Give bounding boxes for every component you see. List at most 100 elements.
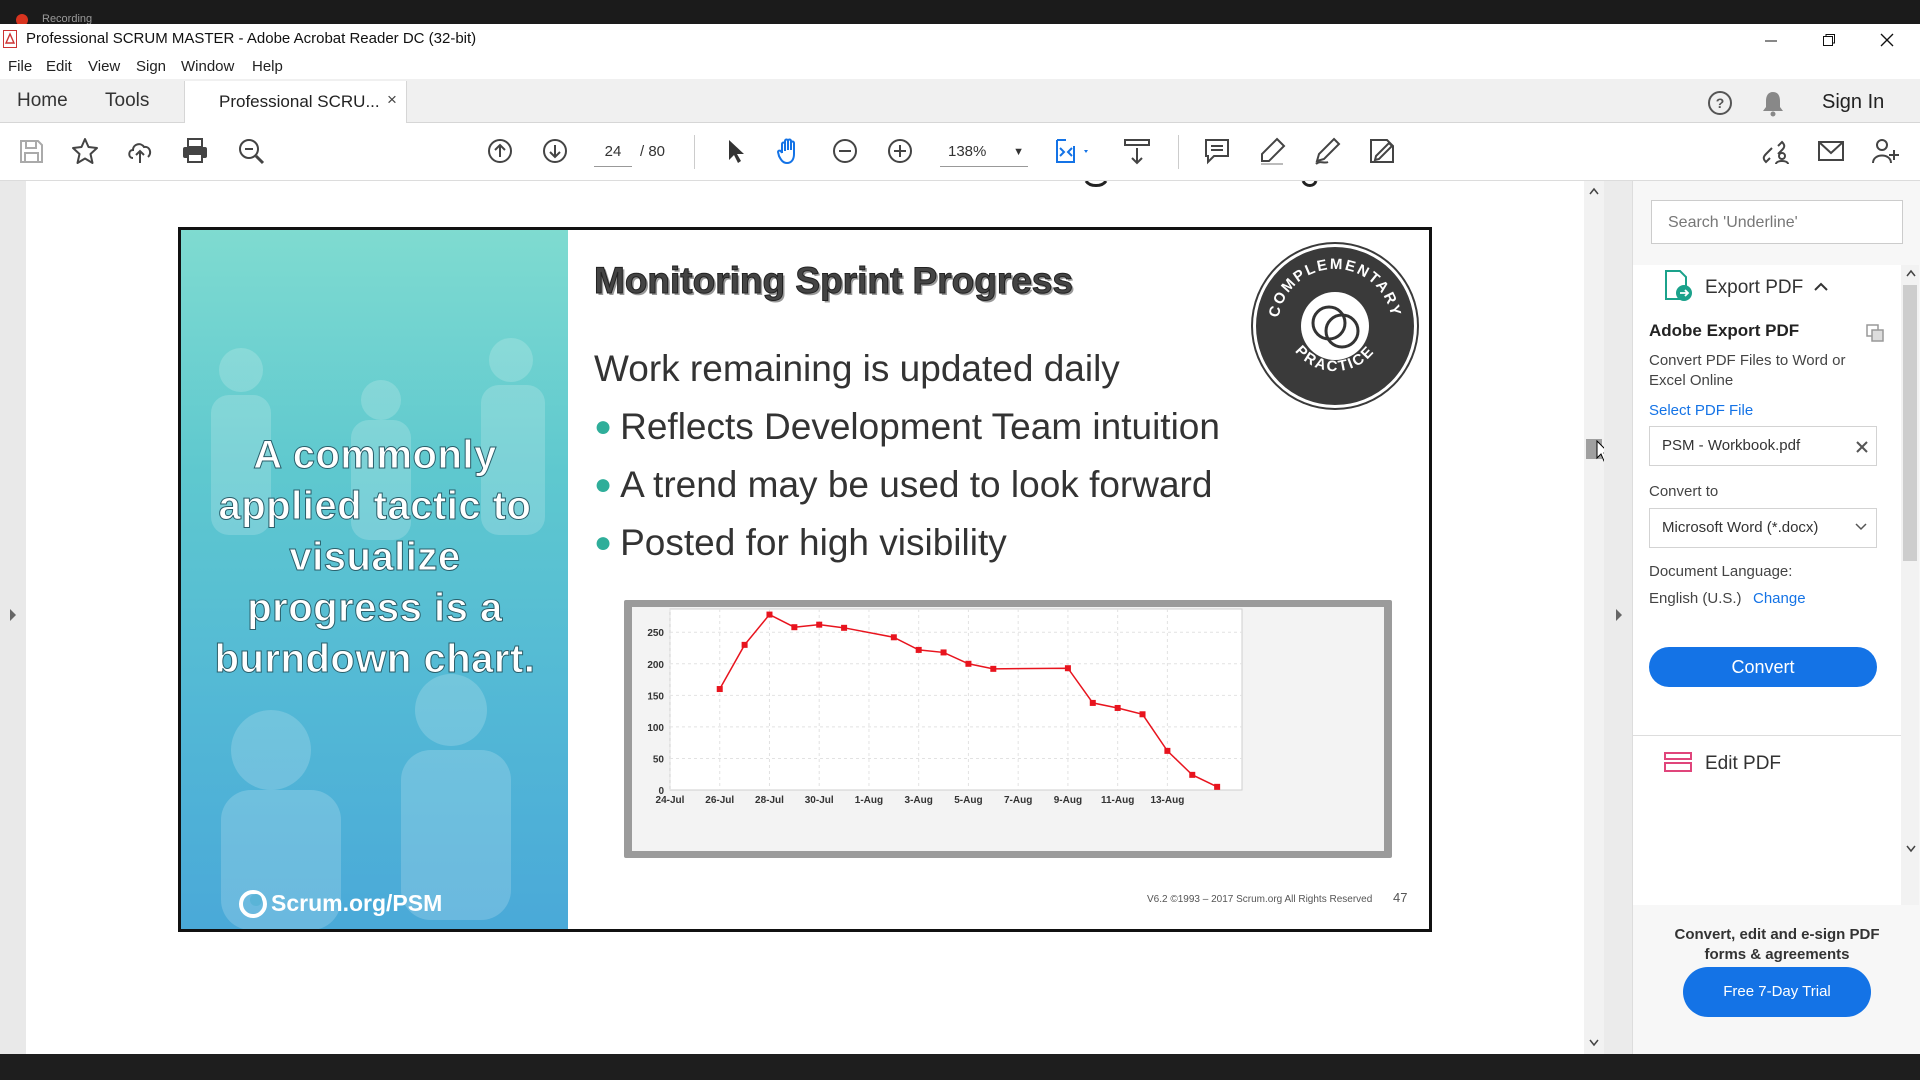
- select-pdf-file-link[interactable]: Select PDF File: [1649, 402, 1753, 419]
- clear-file-icon[interactable]: [1855, 440, 1869, 454]
- badge-emblem-icon: COMPLEMENTARY PRACTICE: [1266, 256, 1403, 375]
- x-tick-label: 3-Aug: [905, 795, 933, 806]
- page-edge-fragment: [1084, 181, 1318, 187]
- tab-home[interactable]: Home: [17, 90, 68, 112]
- close-window-button[interactable]: [1858, 24, 1916, 55]
- print-button[interactable]: [178, 134, 212, 168]
- data-point: [1089, 699, 1096, 706]
- scroll-down-icon: [1124, 139, 1150, 165]
- scroll-up-icon[interactable]: [1589, 187, 1599, 195]
- chevron-up-icon[interactable]: [1813, 281, 1829, 291]
- zoom-out-button[interactable]: [828, 134, 862, 168]
- bookmark-star-button[interactable]: [68, 134, 102, 168]
- fill-sign-button[interactable]: [1365, 134, 1399, 168]
- format-select[interactable]: Microsoft Word (*.docx): [1649, 508, 1877, 548]
- upload-cloud-button[interactable]: [123, 134, 157, 168]
- data-point: [841, 624, 848, 631]
- x-tick-label: 5-Aug: [954, 795, 982, 806]
- find-button[interactable]: [234, 134, 268, 168]
- slide-page-number: 47: [1393, 890, 1408, 905]
- hand-tool-button[interactable]: [772, 134, 806, 168]
- scrum-logo-icon: [239, 890, 267, 918]
- data-point: [1164, 747, 1171, 754]
- data-point: [915, 646, 922, 653]
- minimize-button[interactable]: [1742, 24, 1800, 55]
- scroll-down-icon[interactable]: [1906, 845, 1916, 853]
- zoom-level-select[interactable]: 138% ▼: [940, 137, 1028, 167]
- x-tick-label: 9-Aug: [1054, 795, 1082, 806]
- selected-file-field[interactable]: PSM - Workbook.pdf: [1649, 426, 1877, 466]
- draw-button[interactable]: [1310, 134, 1344, 168]
- scroll-down-icon[interactable]: [1589, 1039, 1599, 1047]
- page-total: / 80: [640, 143, 666, 160]
- menu-sign[interactable]: Sign: [136, 58, 166, 75]
- close-tab-icon[interactable]: ×: [387, 90, 397, 110]
- bullet-text: Posted for high visibility: [620, 522, 1007, 563]
- data-point: [816, 621, 823, 628]
- scroll-mode-button[interactable]: [1120, 134, 1154, 168]
- pen-nib-icon: [1315, 137, 1341, 165]
- highlighter-icon: [1261, 137, 1286, 165]
- highlight-button[interactable]: [1255, 134, 1289, 168]
- add-user-button[interactable]: [1868, 134, 1902, 168]
- restore-button[interactable]: [1800, 24, 1858, 55]
- document-scrollbar[interactable]: [1584, 181, 1604, 1054]
- help-icon[interactable]: ?: [1706, 89, 1734, 117]
- scroll-up-icon[interactable]: [1906, 269, 1916, 277]
- edit-pdf-tool[interactable]: Edit PDF: [1705, 753, 1781, 775]
- right-panel-toggle[interactable]: [1604, 181, 1632, 1054]
- scrum-brand: Scrum.org/PSM: [271, 890, 443, 916]
- menu-window[interactable]: Window: [181, 58, 234, 75]
- pane-scrollbar-thumb[interactable]: [1903, 285, 1917, 561]
- save-button[interactable]: [14, 134, 48, 168]
- save-icon: [20, 140, 43, 163]
- page-number-input[interactable]: 24: [594, 137, 632, 167]
- next-page-button[interactable]: [538, 134, 572, 168]
- sign-in-link[interactable]: Sign In: [1822, 91, 1884, 114]
- left-panel-toggle[interactable]: [0, 181, 26, 1054]
- tab-tools[interactable]: Tools: [105, 90, 149, 112]
- x-tick-label: 13-Aug: [1150, 795, 1184, 806]
- select-tool-button[interactable]: [718, 134, 752, 168]
- share-link-button[interactable]: [1758, 134, 1792, 168]
- fit-page-icon: [1056, 139, 1088, 163]
- adobe-export-heading: Adobe Export PDF: [1649, 321, 1800, 340]
- prev-page-button[interactable]: [483, 134, 517, 168]
- data-point: [1064, 665, 1071, 672]
- minimize-icon: [1765, 40, 1777, 41]
- data-point: [1114, 704, 1121, 711]
- slide-bullets: Work remaining is updated daily ● Reflect…: [594, 340, 1220, 572]
- zoom-in-button[interactable]: [883, 134, 917, 168]
- arrow-up-circle-icon: [488, 139, 512, 163]
- document-view[interactable]: A commonly applied tactic to visualize p…: [26, 181, 1584, 1054]
- notification-bell-icon[interactable]: [1760, 89, 1786, 117]
- convert-to-label: Convert to: [1649, 483, 1719, 500]
- menu-edit[interactable]: Edit: [46, 58, 72, 75]
- data-point: [791, 624, 798, 631]
- promo-text: Convert, edit and e-sign PDF forms & agr…: [1674, 926, 1880, 963]
- page-display-button[interactable]: [1052, 134, 1096, 168]
- menu-help[interactable]: Help: [252, 58, 283, 75]
- x-tick-label: 30-Jul: [805, 795, 834, 806]
- envelope-icon: [1818, 141, 1844, 161]
- printer-icon: [183, 138, 207, 163]
- window-title: Professional SCRUM MASTER - Adobe Acroba…: [26, 30, 477, 47]
- convert-button[interactable]: Convert: [1649, 647, 1877, 687]
- data-point: [890, 634, 897, 641]
- document-language-value: English (U.S.): [1649, 590, 1742, 607]
- tool-search-input[interactable]: Search 'Underline': [1651, 200, 1903, 244]
- export-pdf-title[interactable]: Export PDF: [1705, 277, 1803, 299]
- cursor-arrow-icon: [729, 140, 744, 163]
- info-copy-icon[interactable]: [1865, 323, 1885, 343]
- tab-document[interactable]: Professional SCRU... ×: [184, 81, 407, 123]
- svg-text:?: ?: [1716, 95, 1725, 111]
- menu-file[interactable]: File: [8, 58, 32, 75]
- slide-heading: Monitoring Sprint Progress: [594, 260, 1074, 302]
- email-button[interactable]: [1814, 134, 1848, 168]
- menu-view[interactable]: View: [88, 58, 120, 75]
- change-language-link[interactable]: Change: [1753, 590, 1806, 607]
- free-trial-button[interactable]: Free 7-Day Trial: [1683, 967, 1871, 1017]
- y-tick-label: 200: [647, 660, 664, 671]
- menu-bar: File Edit View Sign Window Help: [0, 55, 1920, 79]
- comment-button[interactable]: [1200, 134, 1234, 168]
